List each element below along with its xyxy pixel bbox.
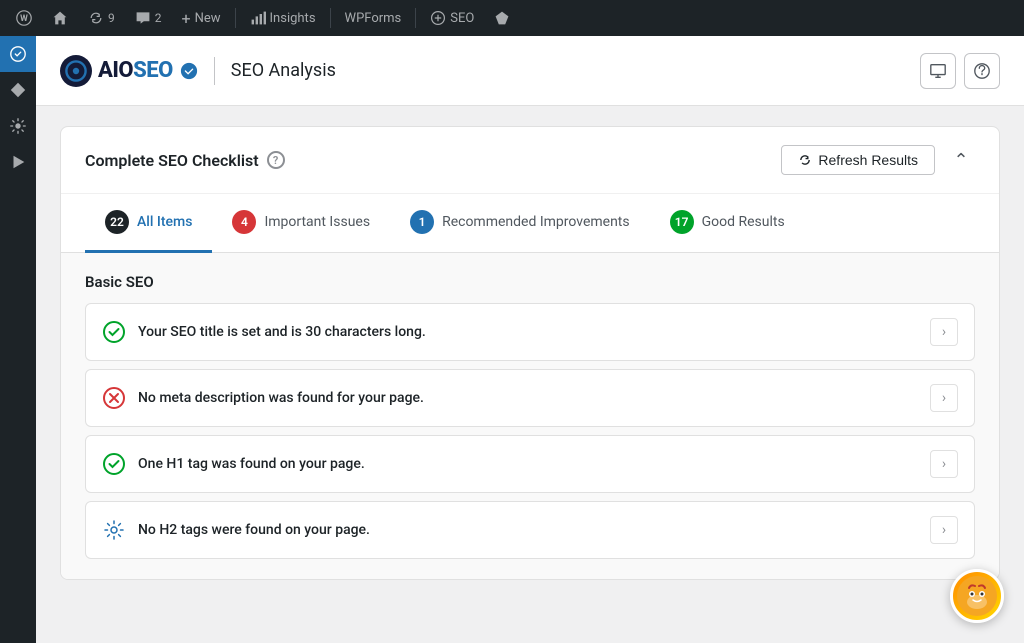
refresh-icon xyxy=(798,153,812,167)
tab-good-badge: 17 xyxy=(670,210,694,234)
check-item-meta-desc[interactable]: No meta description was found for your p… xyxy=(85,369,975,427)
check-items-list: Your SEO title is set and is 30 characte… xyxy=(85,303,975,559)
avatar-bubble[interactable] xyxy=(950,569,1004,623)
check-item-left-1: Your SEO title is set and is 30 characte… xyxy=(102,320,426,344)
checklist-actions: Refresh Results ⌃ xyxy=(781,145,975,175)
sidebar-item-diamond[interactable] xyxy=(0,72,36,108)
wp-logo-item[interactable]: W xyxy=(8,0,40,36)
tab-all-items[interactable]: 22 All Items xyxy=(85,194,212,253)
chevron-right-2[interactable]: › xyxy=(930,384,958,412)
new-item[interactable]: + New xyxy=(174,0,229,36)
checklist-title-area: Complete SEO Checklist ? xyxy=(85,151,285,170)
new-label: New xyxy=(195,11,221,26)
sidebar-item-play[interactable] xyxy=(0,144,36,180)
brand-text: AIOSEO xyxy=(98,58,198,83)
logo-icon xyxy=(60,55,92,87)
brand-logo: AIOSEO xyxy=(60,55,198,87)
insights-label: Insights xyxy=(270,11,316,26)
comments-count: 2 xyxy=(155,11,162,25)
tab-all-badge: 22 xyxy=(105,210,129,234)
seo-item[interactable]: SEO xyxy=(422,0,482,36)
checklist-container: Complete SEO Checklist ? Refresh Results… xyxy=(36,106,1024,643)
tab-issues-badge: 4 xyxy=(232,210,256,234)
tab-recommended-label: Recommended Improvements xyxy=(442,214,630,230)
error-icon-2 xyxy=(102,386,126,410)
svg-text:W: W xyxy=(20,14,28,24)
check-item-text-2: No meta description was found for your p… xyxy=(138,390,424,406)
admin-bar: W 9 2 + New Insights WPForms SEO xyxy=(0,0,1024,36)
updates-item[interactable]: 9 xyxy=(80,0,123,36)
checklist-header: Complete SEO Checklist ? Refresh Results… xyxy=(61,127,999,194)
sidebar-item-aioseo[interactable] xyxy=(0,36,36,72)
wpforms-item[interactable]: WPForms xyxy=(337,0,410,36)
help-button[interactable] xyxy=(964,53,1000,89)
info-icon-4 xyxy=(102,518,126,542)
refresh-results-button[interactable]: Refresh Results xyxy=(781,145,935,175)
main-layout: AIOSEO SEO Analysis xyxy=(0,36,1024,643)
collapse-button[interactable]: ⌃ xyxy=(947,146,975,174)
basic-seo-title: Basic SEO xyxy=(85,273,975,291)
refresh-label: Refresh Results xyxy=(818,152,918,168)
check-item-h2[interactable]: No H2 tags were found on your page. › xyxy=(85,501,975,559)
page-title: SEO Analysis xyxy=(231,60,336,81)
tab-issues-label: Important Issues xyxy=(264,214,370,230)
page-header: AIOSEO SEO Analysis xyxy=(36,36,1024,106)
tab-good-results[interactable]: 17 Good Results xyxy=(650,194,805,253)
comments-item[interactable]: 2 xyxy=(127,0,170,36)
tab-important-issues[interactable]: 4 Important Issues xyxy=(212,194,390,253)
checklist-content: Basic SEO Your SEO title is set and is 3… xyxy=(61,253,999,579)
updates-count: 9 xyxy=(108,11,115,25)
check-item-text-3: One H1 tag was found on your page. xyxy=(138,456,365,472)
check-item-text-4: No H2 tags were found on your page. xyxy=(138,522,370,538)
logo-area: AIOSEO SEO Analysis xyxy=(60,55,336,87)
check-item-seo-title[interactable]: Your SEO title is set and is 30 characte… xyxy=(85,303,975,361)
checklist-title: Complete SEO Checklist xyxy=(85,151,259,170)
monitor-button[interactable] xyxy=(920,53,956,89)
header-actions xyxy=(920,53,1000,89)
chevron-right-3[interactable]: › xyxy=(930,450,958,478)
insights-item[interactable]: Insights xyxy=(242,0,324,36)
check-item-h1[interactable]: One H1 tag was found on your page. › xyxy=(85,435,975,493)
wpforms-label: WPForms xyxy=(345,11,402,26)
home-item[interactable] xyxy=(44,0,76,36)
seo-label: SEO xyxy=(450,11,474,26)
diamond-item[interactable] xyxy=(486,0,518,36)
sidebar xyxy=(0,36,36,643)
sep3 xyxy=(415,8,416,28)
header-divider xyxy=(214,57,215,85)
success-icon-3 xyxy=(102,452,126,476)
tab-good-label: Good Results xyxy=(702,214,785,230)
checklist-help-icon[interactable]: ? xyxy=(267,151,285,169)
content-area: AIOSEO SEO Analysis xyxy=(36,36,1024,643)
sep2 xyxy=(330,8,331,28)
check-item-left-4: No H2 tags were found on your page. xyxy=(102,518,370,542)
tab-recommended-badge: 1 xyxy=(410,210,434,234)
tab-all-label: All Items xyxy=(137,214,192,230)
tab-recommended[interactable]: 1 Recommended Improvements xyxy=(390,194,650,253)
success-icon-1 xyxy=(102,320,126,344)
sidebar-item-settings[interactable] xyxy=(0,108,36,144)
check-item-left-3: One H1 tag was found on your page. xyxy=(102,452,365,476)
tabs-bar: 22 All Items 4 Important Issues 1 Recomm… xyxy=(61,194,999,253)
checklist-card: Complete SEO Checklist ? Refresh Results… xyxy=(60,126,1000,580)
chevron-right-4[interactable]: › xyxy=(930,516,958,544)
sep1 xyxy=(235,8,236,28)
check-item-left-2: No meta description was found for your p… xyxy=(102,386,424,410)
check-item-text-1: Your SEO title is set and is 30 characte… xyxy=(138,324,426,340)
chevron-right-1[interactable]: › xyxy=(930,318,958,346)
